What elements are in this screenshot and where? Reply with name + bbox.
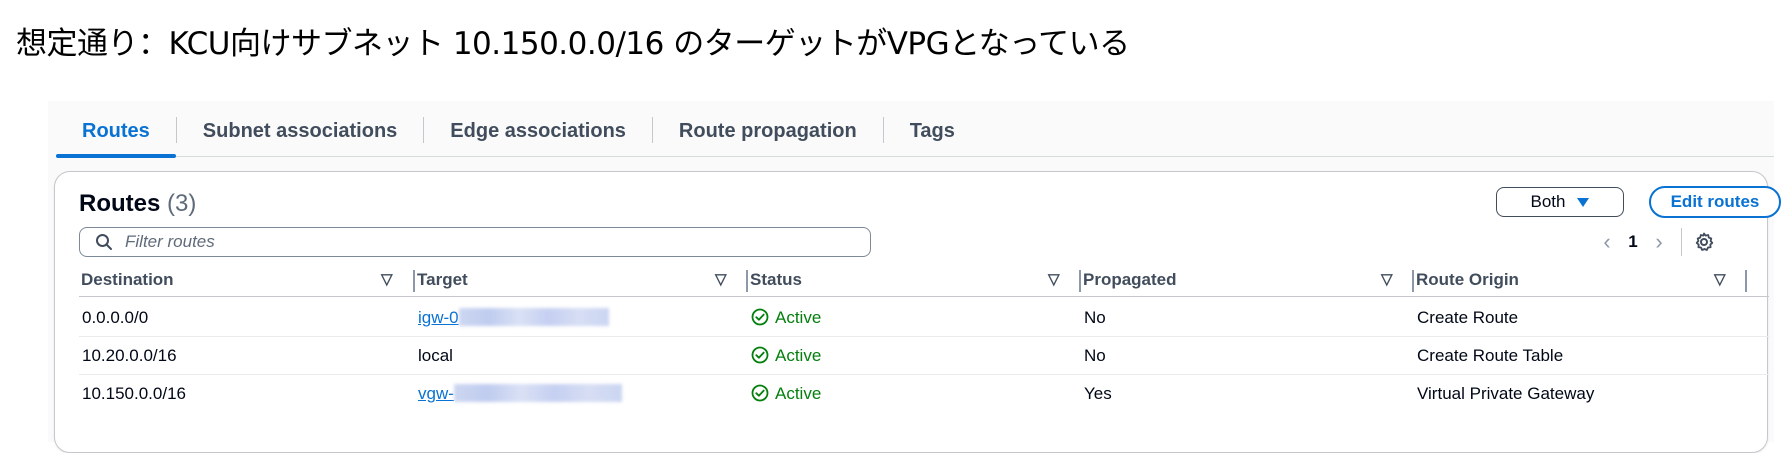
page-caption: 想定通り：KCU向けサブネット 10.150.0.0/16 のターゲットがVPG… xyxy=(16,26,1130,62)
routes-heading: Routes (3) xyxy=(79,190,196,218)
pager-divider xyxy=(1681,228,1682,256)
column-label: Status xyxy=(750,270,802,289)
sort-caret-icon[interactable]: ▽ xyxy=(1381,264,1393,296)
search-icon xyxy=(96,234,112,250)
column-resizer[interactable] xyxy=(1745,270,1747,292)
propagated-cell: Yes xyxy=(1084,384,1112,403)
edit-routes-button[interactable]: Edit routes xyxy=(1649,186,1781,218)
target-cell: igw-0 xyxy=(415,299,748,336)
pagination: ‹ 1 › xyxy=(1595,228,1714,256)
filter-routes-field[interactable] xyxy=(79,227,871,257)
status-text: Active xyxy=(775,308,822,327)
column-header-target[interactable]: Target ▽ xyxy=(415,264,748,296)
gear-icon[interactable] xyxy=(1694,232,1714,252)
page-number[interactable]: 1 xyxy=(1619,232,1647,252)
check-circle-icon xyxy=(751,346,769,364)
tab-subnet-associations[interactable]: Subnet associations xyxy=(177,104,424,156)
target-link[interactable]: igw-0 xyxy=(418,308,609,327)
sort-caret-icon[interactable]: ▽ xyxy=(381,264,393,296)
route-filter-dropdown[interactable]: Both xyxy=(1496,187,1624,217)
redacted-id xyxy=(458,308,609,327)
status-badge: Active xyxy=(751,337,821,374)
table-row: 10.150.0.0/16 vgw- Active Yes Virtual Pr… xyxy=(79,375,1769,412)
destination-cell: 10.150.0.0/16 xyxy=(82,384,186,403)
route-origin-cell: Create Route xyxy=(1417,308,1519,327)
column-label: Route Origin xyxy=(1416,270,1519,289)
check-circle-icon xyxy=(751,308,769,326)
column-header-propagated[interactable]: Propagated ▽ xyxy=(1081,264,1414,296)
tab-route-propagation[interactable]: Route propagation xyxy=(653,104,883,156)
status-text: Active xyxy=(775,346,822,365)
routes-count: (3) xyxy=(167,190,197,217)
route-origin-cell: Create Route Table xyxy=(1417,346,1564,365)
target-id: igw-0 xyxy=(418,308,459,327)
tab-tags[interactable]: Tags xyxy=(884,104,981,156)
propagated-cell: No xyxy=(1084,308,1106,327)
status-badge: Active xyxy=(751,375,821,412)
routes-title: Routes xyxy=(79,190,161,217)
filter-routes-input[interactable] xyxy=(123,231,827,253)
dropdown-label: Both xyxy=(1530,192,1566,211)
status-text: Active xyxy=(775,384,822,403)
route-origin-cell: Virtual Private Gateway xyxy=(1417,384,1595,403)
target-cell: local xyxy=(418,346,453,365)
target-id: vgw- xyxy=(418,384,454,403)
tab-routes[interactable]: Routes xyxy=(56,104,176,158)
sort-caret-icon[interactable]: ▽ xyxy=(1714,264,1726,296)
chevron-right-icon[interactable]: › xyxy=(1647,229,1671,255)
status-cell: Active xyxy=(748,299,1081,336)
tab-bar: Routes Subnet associations Edge associat… xyxy=(56,104,1774,158)
caret-down-icon xyxy=(1577,197,1590,207)
sort-caret-icon[interactable]: ▽ xyxy=(1048,264,1060,296)
sort-caret-icon[interactable]: ▽ xyxy=(715,264,727,296)
target-link[interactable]: vgw- xyxy=(418,384,622,403)
table-row: 0.0.0.0/0 igw-0 Active No Create Route xyxy=(79,299,1769,337)
status-badge: Active xyxy=(751,299,821,336)
destination-cell: 10.20.0.0/16 xyxy=(82,346,177,365)
table-row: 10.20.0.0/16 local Active No Create Rout… xyxy=(79,337,1769,375)
chevron-left-icon[interactable]: ‹ xyxy=(1595,229,1619,255)
routes-container: Routes (3) Both Edit routes ‹ 1 › Destin… xyxy=(54,171,1781,453)
status-cell: Active xyxy=(748,375,1081,412)
column-header-destination[interactable]: Destination ▽ xyxy=(79,264,415,296)
destination-cell: 0.0.0.0/0 xyxy=(82,308,149,327)
column-label: Target xyxy=(417,270,468,289)
column-label: Destination xyxy=(81,270,174,289)
redacted-id xyxy=(453,384,622,403)
check-circle-icon xyxy=(751,384,769,402)
status-cell: Active xyxy=(748,337,1081,374)
column-label: Propagated xyxy=(1083,270,1177,289)
propagated-cell: No xyxy=(1084,346,1106,365)
tab-edge-associations[interactable]: Edge associations xyxy=(424,104,652,156)
column-header-status[interactable]: Status ▽ xyxy=(748,264,1081,296)
column-header-route-origin[interactable]: Route Origin ▽ xyxy=(1414,264,1747,296)
target-cell: vgw- xyxy=(415,375,748,412)
table-header: Destination ▽ Target ▽ Status ▽ Propagat… xyxy=(79,264,1769,297)
